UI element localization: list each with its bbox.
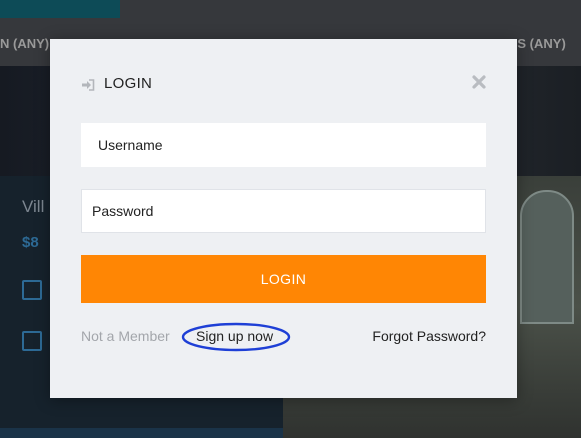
close-icon (472, 75, 486, 89)
background-filter-left: N (ANY) (0, 36, 50, 51)
background-bottom-strip (0, 428, 283, 438)
background-teal-strip (0, 0, 120, 18)
password-input[interactable] (81, 189, 486, 233)
username-input[interactable] (81, 123, 486, 167)
modal-title: LOGIN (104, 75, 153, 92)
background-card-title: Vill (22, 197, 45, 216)
background-bath-icon (22, 331, 42, 351)
login-button[interactable]: LOGIN (81, 255, 486, 303)
modal-footer: Not a Member Sign up now Forgot Password… (81, 322, 486, 352)
login-arrow-icon (81, 78, 95, 91)
signup-link[interactable]: Sign up now (196, 328, 273, 344)
modal-header: LOGIN (81, 75, 152, 92)
background-card-price: $8 (22, 234, 39, 251)
login-modal: LOGIN LOGIN Not a Member Sign up now For… (50, 39, 517, 398)
close-button[interactable] (471, 74, 487, 90)
background-window-shape (520, 190, 574, 324)
signup-highlight: Sign up now (181, 322, 291, 352)
background-area-icon (22, 280, 42, 300)
not-member-label: Not a Member (81, 328, 170, 344)
forgot-password-link[interactable]: Forgot Password? (372, 328, 486, 344)
